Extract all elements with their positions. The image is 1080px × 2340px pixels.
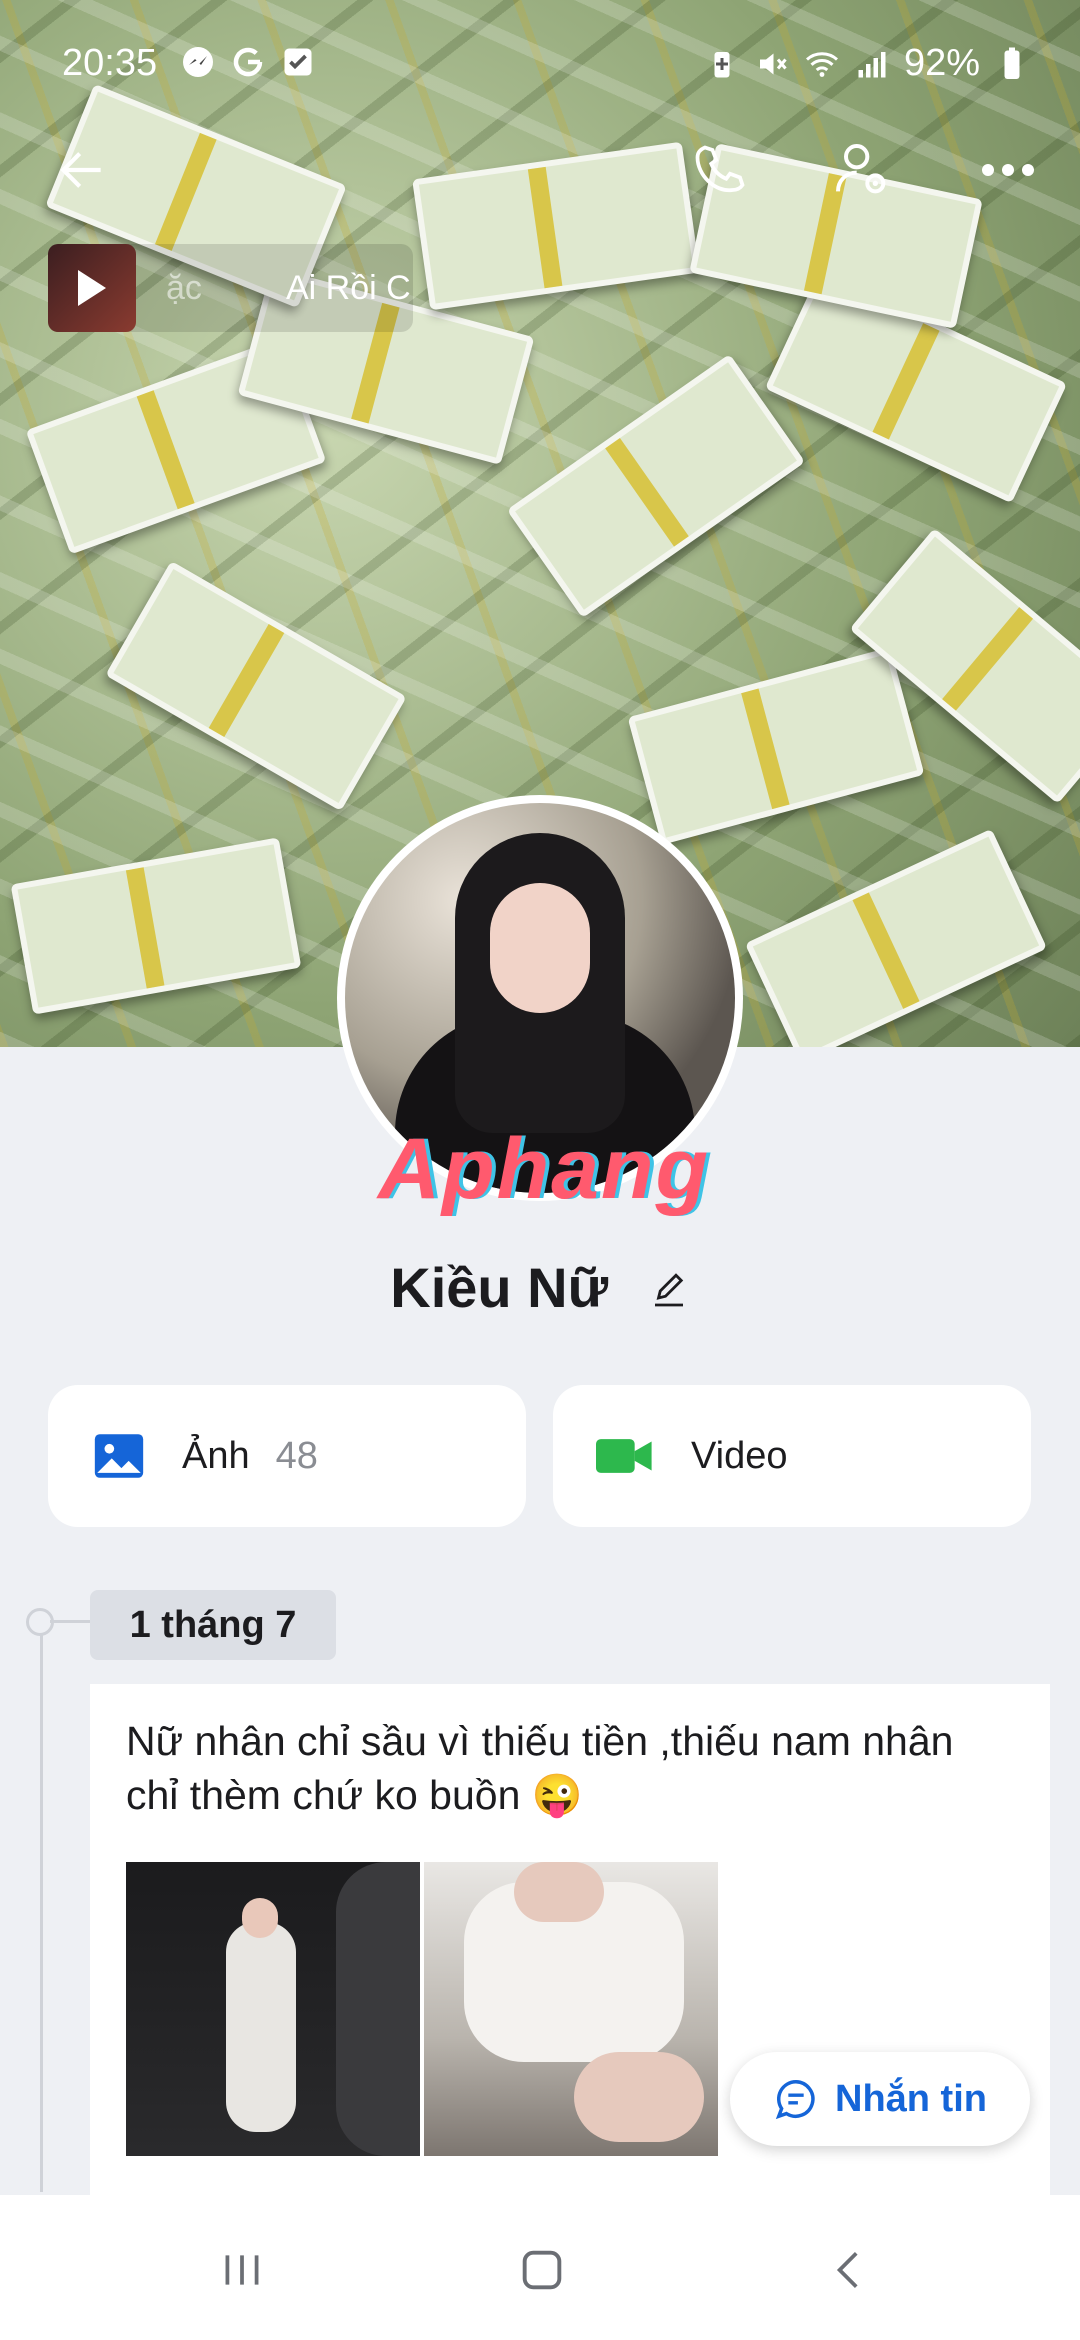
- mute-icon: [759, 53, 787, 74]
- profile-music[interactable]: ặc Ai Rồi C: [48, 244, 413, 332]
- battery-percent: 92%: [903, 42, 980, 84]
- check-square-icon: [284, 48, 312, 76]
- video-camera-icon: [596, 1439, 652, 1473]
- pencil-icon: [654, 1272, 683, 1307]
- call-button[interactable]: [680, 130, 760, 210]
- post-photo-2[interactable]: [424, 1862, 718, 2156]
- timeline-line: [40, 1622, 43, 2192]
- timeline-connector: [50, 1620, 90, 1623]
- music-title: Ai Rồi C: [286, 268, 411, 307]
- more-button[interactable]: [968, 130, 1048, 210]
- watermark-logo: Aphang: [378, 1121, 711, 1217]
- battery-saver-icon: [714, 51, 730, 77]
- timeline-date: 1 tháng 7: [90, 1590, 336, 1660]
- photos-count: 48: [275, 1434, 318, 1477]
- back-arrow-icon: [60, 152, 101, 188]
- home-button[interactable]: [502, 2235, 582, 2305]
- photos-card[interactable]: Ảnh 48: [48, 1385, 526, 1527]
- chat-bubble-icon: [775, 2080, 815, 2120]
- message-button-label: Nhắn tin: [835, 2077, 987, 2120]
- back-icon: [836, 2252, 858, 2288]
- play-icon[interactable]: [78, 270, 106, 306]
- status-bar: 20:35 92%: [0, 0, 1080, 120]
- back-button[interactable]: [42, 130, 122, 210]
- edit-name-button[interactable]: [648, 1260, 690, 1325]
- wifi-icon: [805, 51, 838, 77]
- messenger-icon: [183, 47, 213, 77]
- system-back-button[interactable]: [810, 2235, 890, 2305]
- more-icon: [982, 164, 1034, 176]
- videos-card[interactable]: Video: [553, 1385, 1031, 1527]
- photo-icon: [94, 1434, 144, 1478]
- music-partial-text: ặc: [166, 268, 202, 307]
- message-button[interactable]: Nhắn tin: [730, 2052, 1030, 2146]
- status-time: 20:35: [62, 42, 158, 84]
- music-thumbnail: [48, 244, 136, 332]
- phone-icon: [695, 145, 745, 192]
- user-settings-icon: [836, 144, 886, 194]
- videos-label: Video: [691, 1434, 788, 1477]
- recents-icon: [225, 2255, 259, 2285]
- post-photo-1[interactable]: [126, 1862, 420, 2156]
- signal-icon: [858, 51, 886, 77]
- battery-icon: [1004, 47, 1020, 79]
- home-icon: [522, 2250, 562, 2290]
- g-icon: [233, 47, 263, 77]
- profile-name-text: Kiều Nữ: [390, 1256, 609, 1319]
- post-text: Nữ nhân chỉ sầu vì thiếu tiền ,thiếu nam…: [126, 1718, 954, 1818]
- photos-label: Ảnh: [182, 1434, 250, 1477]
- profile-name: Kiều Nữ: [0, 1255, 1080, 1325]
- top-bar: [0, 130, 1080, 210]
- system-nav-bar: [0, 2195, 1080, 2340]
- recents-button[interactable]: [202, 2235, 282, 2305]
- profile-settings-button[interactable]: [822, 130, 902, 210]
